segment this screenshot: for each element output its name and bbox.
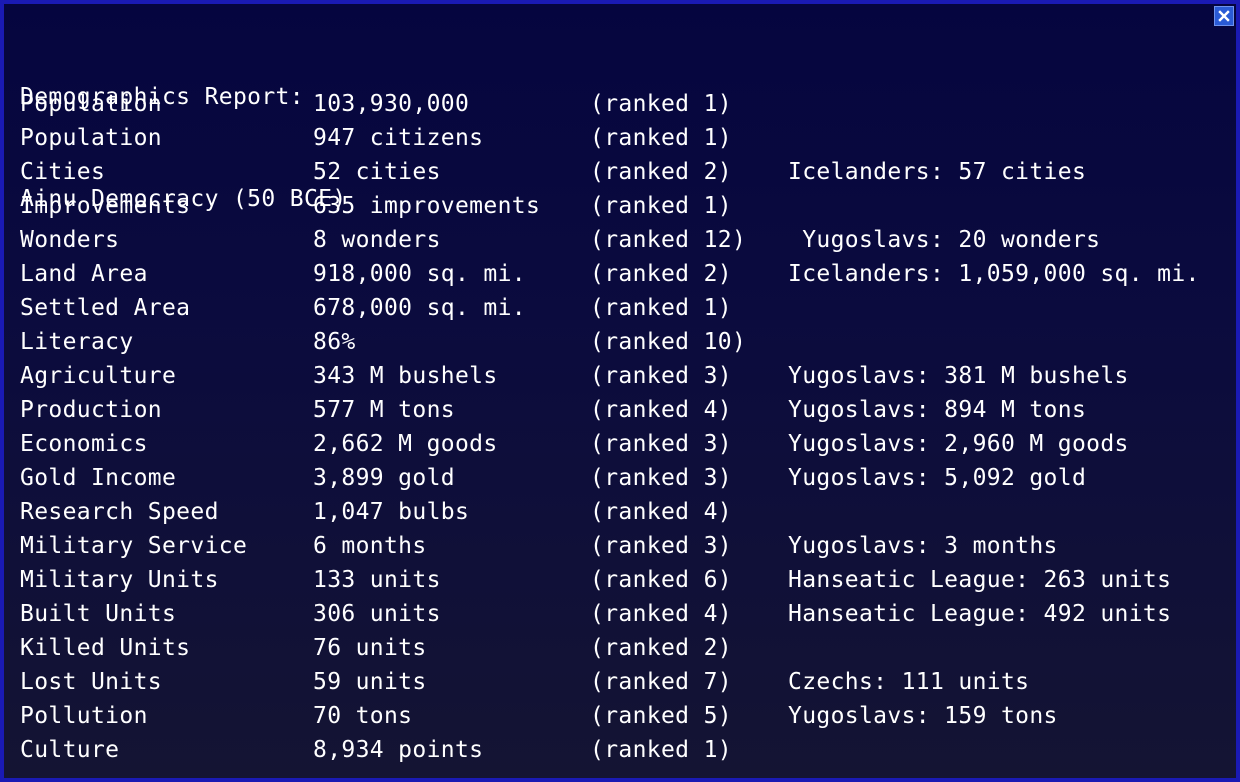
stat-value: 6 months — [313, 533, 427, 559]
stat-label: Cities — [20, 159, 106, 185]
stat-rank: (ranked 4) — [590, 499, 732, 525]
stat-value: 635 improvements — [313, 193, 541, 219]
stat-rank: (ranked 4) — [590, 397, 732, 423]
stat-rank: (ranked 6) — [590, 567, 732, 593]
stat-value: 103,930,000 — [313, 91, 470, 117]
stat-label: Culture — [20, 737, 120, 763]
stat-label: Military Service — [20, 533, 248, 559]
stat-rank: (ranked 1) — [590, 737, 732, 763]
stat-rank: (ranked 1) — [590, 91, 732, 117]
stat-value: 76 units — [313, 635, 427, 661]
stat-rank: (ranked 3) — [590, 363, 732, 389]
stat-rank: (ranked 1) — [590, 193, 732, 219]
stat-value: 52 cities — [313, 159, 441, 185]
stat-value: 918,000 sq. mi. — [313, 261, 526, 287]
stat-rank: (ranked 3) — [590, 431, 732, 457]
stat-label: Improvements — [20, 193, 191, 219]
stat-best-rival: Icelanders: 57 cities — [788, 159, 1087, 185]
stat-rank: (ranked 4) — [590, 601, 732, 627]
stat-value: 86% — [313, 329, 356, 355]
stat-label: Population — [20, 125, 162, 151]
stat-value: 133 units — [313, 567, 441, 593]
stat-value: 70 tons — [313, 703, 413, 729]
stat-label: Wonders — [20, 227, 120, 253]
stat-rank: (ranked 3) — [590, 465, 732, 491]
stat-best-rival: Yugoslavs: 2,960 M goods — [788, 431, 1129, 457]
stat-rank: (ranked 10) — [590, 329, 747, 355]
stat-rank: (ranked 2) — [590, 635, 732, 661]
stat-value: 8,934 points — [313, 737, 484, 763]
stat-best-rival: Yugoslavs: 159 tons — [788, 703, 1058, 729]
stat-best-rival: Yugoslavs: 894 M tons — [788, 397, 1087, 423]
stat-value: 678,000 sq. mi. — [313, 295, 526, 321]
stat-rank: (ranked 3) — [590, 533, 732, 559]
stat-best-rival: Hanseatic League: 263 units — [788, 567, 1172, 593]
close-button[interactable] — [1214, 6, 1234, 26]
stat-rank: (ranked 1) — [590, 125, 732, 151]
stat-best-rival: Yugoslavs: 5,092 gold — [788, 465, 1087, 491]
stat-value: 577 M tons — [313, 397, 455, 423]
stat-label: Literacy — [20, 329, 134, 355]
stat-best-rival: Yugoslavs: 3 months — [788, 533, 1058, 559]
stat-rank: (ranked 12) — [590, 227, 747, 253]
stat-value: 8 wonders — [313, 227, 441, 253]
stat-best-rival: Yugoslavs: 20 wonders — [788, 227, 1101, 253]
stat-value: 343 M bushels — [313, 363, 498, 389]
stat-label: Production — [20, 397, 162, 423]
stat-value: 2,662 M goods — [313, 431, 498, 457]
stat-label: Lost Units — [20, 669, 162, 695]
stat-rank: (ranked 5) — [590, 703, 732, 729]
stat-label: Killed Units — [20, 635, 191, 661]
close-x-icon — [1218, 10, 1230, 22]
stat-value: 306 units — [313, 601, 441, 627]
stat-label: Military Units — [20, 567, 219, 593]
demographics-report-window: Demographics Report: Ainu Democracy (50 … — [0, 0, 1240, 782]
stat-rank: (ranked 2) — [590, 261, 732, 287]
stat-best-rival: Hanseatic League: 492 units — [788, 601, 1172, 627]
stat-value: 3,899 gold — [313, 465, 455, 491]
stat-label: Population — [20, 91, 162, 117]
stat-label: Settled Area — [20, 295, 191, 321]
stat-value: 59 units — [313, 669, 427, 695]
stat-label: Gold Income — [20, 465, 177, 491]
stat-rank: (ranked 2) — [590, 159, 732, 185]
stat-best-rival: Icelanders: 1,059,000 sq. mi. — [788, 261, 1200, 287]
stat-best-rival: Czechs: 111 units — [788, 669, 1030, 695]
stat-rank: (ranked 7) — [590, 669, 732, 695]
stat-label: Economics — [20, 431, 148, 457]
stat-value: 947 citizens — [313, 125, 484, 151]
stat-rank: (ranked 1) — [590, 295, 732, 321]
stat-label: Agriculture — [20, 363, 177, 389]
stat-best-rival: Yugoslavs: 381 M bushels — [788, 363, 1129, 389]
stat-label: Built Units — [20, 601, 177, 627]
stat-label: Land Area — [20, 261, 148, 287]
stat-label: Research Speed — [20, 499, 219, 525]
stat-label: Pollution — [20, 703, 148, 729]
stat-value: 1,047 bulbs — [313, 499, 470, 525]
